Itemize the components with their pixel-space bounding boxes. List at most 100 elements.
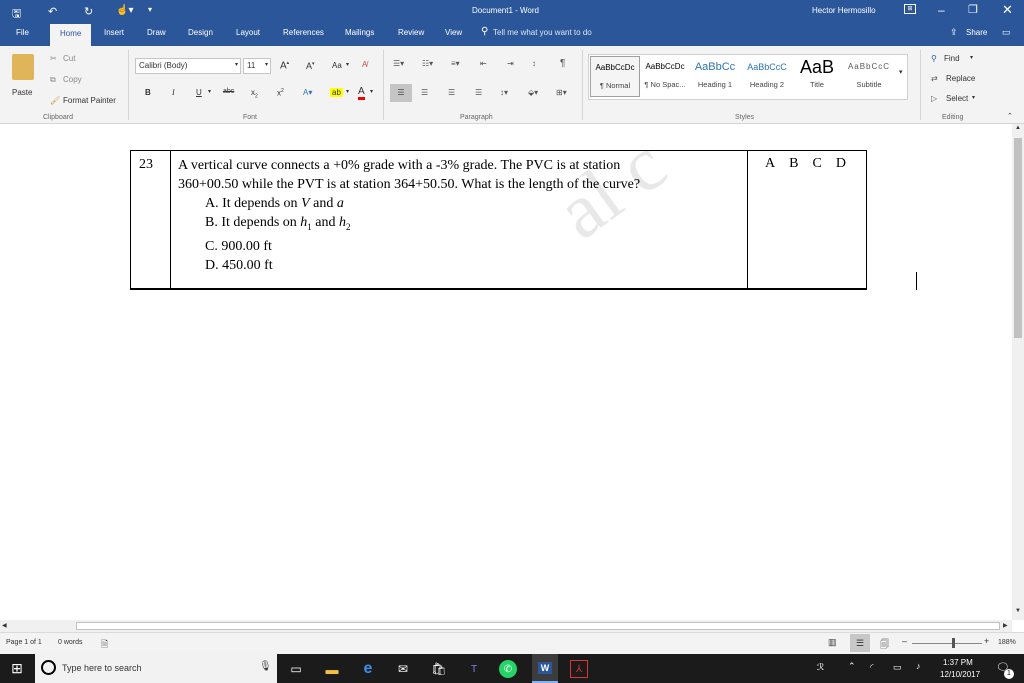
numbering-icon[interactable]: ☷▾	[422, 59, 433, 68]
edge-icon[interactable]: e	[357, 658, 379, 680]
word-taskbar-icon[interactable]: W	[532, 654, 558, 683]
customize-qat-icon[interactable]: ▾	[148, 5, 152, 14]
taskbar-search-box[interactable]: Type here to search 🎙	[35, 654, 277, 683]
scroll-left-icon[interactable]: ◀	[2, 622, 7, 629]
tab-mailings[interactable]: Mailings	[345, 28, 374, 37]
increase-indent-icon[interactable]: ⇥	[507, 59, 514, 68]
replace-button[interactable]: Replace	[946, 74, 975, 83]
select-button[interactable]: Select	[946, 94, 968, 103]
tab-draw[interactable]: Draw	[147, 28, 166, 37]
tab-insert[interactable]: Insert	[104, 28, 124, 37]
copy-button[interactable]: Copy	[63, 75, 82, 84]
web-layout-icon[interactable]: 🗐	[880, 637, 889, 653]
find-button[interactable]: Find	[944, 54, 960, 63]
read-mode-icon[interactable]: ▥	[828, 637, 837, 648]
superscript-button[interactable]: x2	[277, 88, 284, 98]
clear-formatting-icon[interactable]: A̸	[362, 60, 367, 69]
volume-icon[interactable]: ♪	[916, 661, 921, 671]
styles-more-icon[interactable]: ▾	[899, 68, 903, 76]
tell-me-box[interactable]: Tell me what you want to do	[493, 28, 592, 37]
decrease-indent-icon[interactable]: ⇤	[480, 59, 487, 68]
acrobat-icon[interactable]: ⅄	[570, 660, 588, 678]
file-explorer-icon[interactable]: ▬	[321, 658, 343, 680]
highlight-icon[interactable]: ab	[330, 88, 343, 97]
font-size-select[interactable]: 11 ▾	[243, 58, 271, 74]
collapse-ribbon-icon[interactable]: ⌃	[1007, 112, 1013, 120]
microphone-icon[interactable]: 🎙	[259, 661, 272, 672]
strikethrough-button[interactable]: abc	[223, 88, 234, 95]
vertical-scroll-thumb[interactable]	[1014, 138, 1022, 338]
tab-design[interactable]: Design	[188, 28, 213, 37]
zoom-slider[interactable]	[912, 643, 982, 644]
show-hidden-icons-icon[interactable]: ⌃	[848, 661, 856, 672]
zoom-out-icon[interactable]: –	[902, 636, 907, 646]
style-title[interactable]: AaB Title	[792, 56, 842, 97]
vertical-scrollbar[interactable]: ▲ ▼	[1012, 124, 1024, 620]
windows-start-icon[interactable]: ⊞	[6, 657, 28, 679]
shading-icon[interactable]: ⬙▾	[528, 88, 538, 97]
font-color-icon[interactable]: A	[358, 86, 365, 100]
sort-icon[interactable]: ↕	[532, 59, 536, 68]
change-case-button[interactable]: Aa	[332, 61, 342, 70]
tab-home[interactable]: Home	[50, 24, 92, 46]
battery-icon[interactable]: ▭	[893, 662, 902, 673]
mail-icon[interactable]: ✉	[392, 658, 414, 680]
line-spacing-icon[interactable]: ↕▾	[500, 88, 508, 97]
redo-icon[interactable]: ↻	[84, 5, 93, 18]
subscript-button[interactable]: x2	[251, 88, 258, 100]
share-button[interactable]: Share	[966, 28, 987, 37]
paste-button[interactable]: Paste	[12, 88, 32, 97]
comments-icon[interactable]: ▭	[1002, 27, 1011, 38]
print-layout-icon[interactable]: ☰	[850, 634, 870, 652]
document-area[interactable]: al c 23 A vertical curve connects a +0% …	[0, 120, 1012, 620]
multilevel-list-icon[interactable]: ≡▾	[451, 59, 460, 68]
justify-icon[interactable]: ☰	[475, 88, 482, 97]
clock-date[interactable]: 12/10/2017	[940, 670, 980, 679]
shrink-font-icon[interactable]: A▾	[306, 61, 315, 71]
tab-references[interactable]: References	[283, 28, 324, 37]
style-heading-1[interactable]: AaBbCc Heading 1	[690, 56, 740, 97]
style-no-spacing[interactable]: AaBbCcDc ¶ No Spac...	[640, 56, 690, 97]
borders-icon[interactable]: ⊞▾	[556, 88, 567, 97]
underline-button[interactable]: U	[196, 88, 202, 97]
zoom-level[interactable]: 188%	[998, 639, 1016, 646]
grow-font-icon[interactable]: A▴	[280, 60, 289, 71]
wifi-icon[interactable]: ◜	[870, 662, 874, 673]
user-name[interactable]: Hector Hermosillo	[812, 6, 876, 15]
tab-file[interactable]: File	[16, 28, 29, 37]
teams-icon[interactable]: T	[463, 658, 485, 680]
undo-icon[interactable]: ↶	[48, 5, 57, 18]
style-subtitle[interactable]: AaBbCcC Subtitle	[844, 56, 894, 97]
scroll-up-icon[interactable]: ▲	[1015, 125, 1021, 131]
touch-mode-icon[interactable]: ☝▾	[116, 5, 133, 16]
page-count[interactable]: Page 1 of 1	[6, 639, 42, 646]
scroll-down-icon[interactable]: ▼	[1015, 608, 1021, 614]
style-heading-2[interactable]: AaBbCcC Heading 2	[742, 56, 792, 97]
ribbon-display-options-icon[interactable]: ⊞	[904, 4, 916, 14]
zoom-in-icon[interactable]: +	[984, 636, 989, 646]
format-painter-button[interactable]: Format Painter	[63, 96, 116, 105]
style-normal[interactable]: AaBbCcDc ¶ Normal	[590, 56, 640, 97]
align-left-icon[interactable]: ☰	[390, 84, 412, 102]
paste-icon[interactable]	[12, 54, 34, 80]
tab-view[interactable]: View	[445, 28, 462, 37]
people-icon[interactable]: ℛ	[817, 662, 824, 673]
text-effects-icon[interactable]: A▾	[303, 88, 312, 97]
store-icon[interactable]: 🛍	[428, 658, 450, 680]
cut-button[interactable]: Cut	[63, 54, 75, 63]
zoom-slider-thumb[interactable]	[952, 638, 955, 648]
restore-icon[interactable]: ❐	[968, 3, 978, 16]
align-center-icon[interactable]: ☰	[421, 88, 428, 97]
align-right-icon[interactable]: ☰	[448, 88, 455, 97]
horizontal-scroll-thumb[interactable]	[76, 622, 1000, 630]
show-marks-icon[interactable]: ¶	[560, 58, 565, 69]
horizontal-scrollbar[interactable]: ◀ ▶	[0, 620, 1012, 632]
italic-button[interactable]: I	[172, 88, 175, 97]
bold-button[interactable]: B	[145, 88, 151, 97]
tab-layout[interactable]: Layout	[236, 28, 260, 37]
close-icon[interactable]: ✕	[1002, 2, 1013, 18]
tab-review[interactable]: Review	[398, 28, 424, 37]
task-view-icon[interactable]: ▭	[285, 658, 307, 680]
clock-time[interactable]: 1:37 PM	[943, 658, 973, 667]
save-icon[interactable]: 🖫	[12, 5, 21, 24]
